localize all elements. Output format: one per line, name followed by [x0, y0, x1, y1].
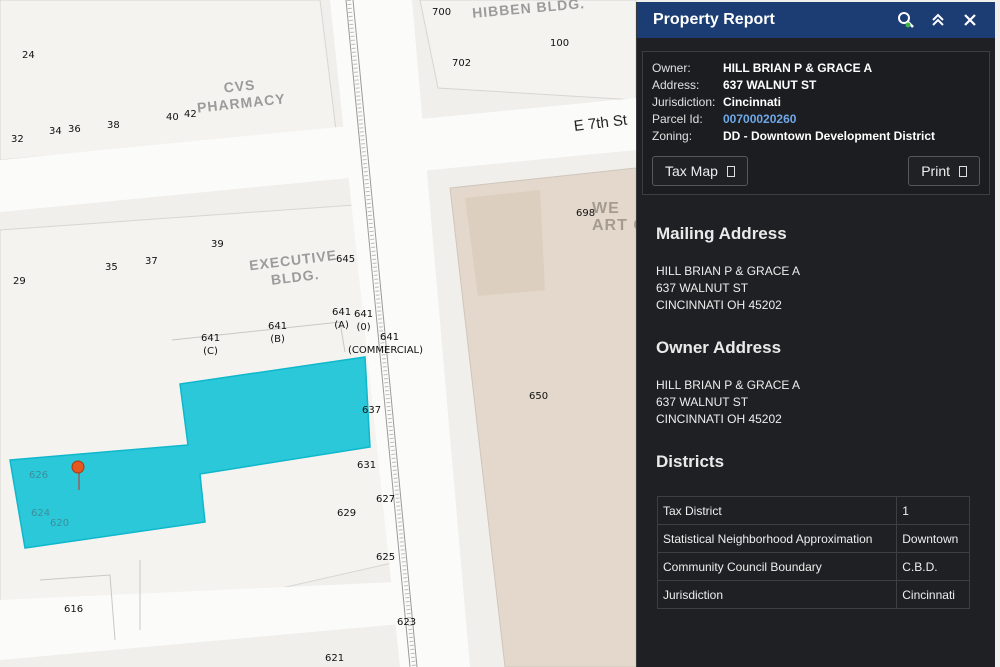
summary-label: Owner: [652, 61, 691, 75]
parcel-number: 650 [529, 391, 549, 402]
parcel-number: 641 (A) [332, 307, 352, 331]
parcel-number: 641 (C) [201, 333, 221, 357]
parcel-number: 637 [362, 405, 382, 416]
parcel-number: 616 [64, 604, 84, 615]
parcel-number: 29 [13, 276, 26, 287]
district-name: Jurisdiction [656, 580, 898, 609]
district-name: Community Council Boundary [656, 552, 898, 581]
address-value: 637 WALNUT ST [723, 78, 817, 92]
table-row: Community Council Boundary C.B.D. [656, 552, 970, 581]
parcel-number: 625 [376, 552, 396, 563]
parcel-number: 641 (0) [354, 309, 374, 333]
parcel-number: 24 [22, 50, 35, 61]
summary-label: Jurisdiction: [652, 95, 716, 109]
parcel-number: 40 [166, 112, 179, 123]
parcel-number: 641 [380, 332, 400, 343]
close-icon[interactable] [957, 7, 983, 33]
search-pin-icon[interactable] [893, 7, 919, 33]
parcel-number: 34 [49, 126, 62, 137]
parcel-number: 35 [105, 262, 118, 273]
summary-row-address: Address: 637 WALNUT ST [652, 77, 980, 94]
mailing-address-line: HILL BRIAN P & GRACE A [656, 264, 801, 278]
summary-row-parcel-id: Parcel Id: 00700020260 [652, 111, 980, 128]
summary-label: Parcel Id: [652, 112, 703, 126]
print-button[interactable]: Print [908, 156, 980, 186]
mailing-address-line: CINCINNATI OH 45202 [656, 298, 782, 312]
summary-label: Zoning: [652, 129, 693, 143]
parcel-number: (COMMERCIAL) [348, 345, 424, 356]
district-value: 1 [896, 496, 970, 525]
owner-address-title: Owner Address [656, 338, 782, 357]
table-row: Statistical Neighborhood Approximation D… [656, 524, 970, 553]
parcel-number: 627 [376, 494, 396, 505]
print-icon [959, 165, 967, 177]
mailing-address-line: 637 WALNUT ST [656, 281, 749, 295]
parcel-number: 36 [68, 124, 81, 135]
district-name: Statistical Neighborhood Approximation [656, 524, 898, 553]
district-value: Downtown [896, 524, 970, 553]
owner-address-line: CINCINNATI OH 45202 [656, 412, 782, 426]
parcel-number: 641 (B) [268, 321, 288, 345]
map-pin-icon[interactable] [70, 459, 86, 491]
parcel-number: 623 [397, 617, 417, 628]
summary-row-zoning: Zoning: DD - Downtown Development Distri… [652, 128, 980, 145]
parcel-number: 626 [29, 470, 49, 481]
external-link-icon [726, 165, 735, 177]
tax-map-label: Tax Map [665, 163, 718, 179]
district-value: Cincinnati [896, 580, 970, 609]
parcel-number: 38 [107, 120, 120, 131]
parcel-number: 702 [452, 58, 472, 69]
parcel-number: 645 [336, 254, 356, 265]
parcel-number: 629 [337, 508, 357, 519]
summary-row-jurisdiction: Jurisdiction: Cincinnati [652, 94, 980, 111]
panel-title: Property Report [653, 11, 775, 28]
chevron-double-up-icon[interactable] [925, 7, 951, 33]
parcel-number: 621 [325, 653, 345, 664]
tax-map-button[interactable]: Tax Map [652, 156, 748, 186]
parcel-number: 700 [432, 7, 452, 18]
summary-label: Address: [652, 78, 700, 92]
zoning-value: DD - Downtown Development District [723, 129, 936, 143]
print-label: Print [921, 163, 950, 179]
parcel-number: 100 [550, 38, 570, 49]
parcel-number: 37 [145, 256, 158, 267]
districts-table: Tax District 1 Statistical Neighborhood … [656, 496, 970, 609]
owner-address-line: 637 WALNUT ST [656, 395, 749, 409]
owner-address-line: HILL BRIAN P & GRACE A [656, 378, 801, 392]
table-row: Tax District 1 [656, 496, 970, 525]
highlighted-parcel[interactable] [190, 380, 360, 440]
property-summary: Owner: HILL BRIAN P & GRACE A Address: 6… [642, 51, 990, 195]
parcel-number: 39 [211, 239, 224, 250]
parcel-number: 32 [11, 134, 24, 145]
parcel-number: 42 [184, 109, 197, 120]
owner-value: HILL BRIAN P & GRACE A [723, 61, 873, 75]
parcel-number: 624 [31, 508, 51, 519]
property-report-panel: Property Report Owner: HILL BRIAN P & GR… [636, 2, 995, 667]
parcel-id-link[interactable]: 00700020260 [723, 111, 796, 128]
districts-title: Districts [656, 452, 725, 471]
panel-header: Property Report [637, 2, 995, 38]
parcel-number: 620 [50, 518, 70, 529]
mailing-address-title: Mailing Address [656, 224, 787, 243]
district-value: C.B.D. [896, 552, 970, 581]
parcel-number: 631 [357, 460, 377, 471]
table-row: Jurisdiction Cincinnati [656, 580, 970, 609]
jurisdiction-value: Cincinnati [723, 95, 782, 109]
district-name: Tax District [656, 496, 898, 525]
summary-row-owner: Owner: HILL BRIAN P & GRACE A [652, 60, 980, 77]
